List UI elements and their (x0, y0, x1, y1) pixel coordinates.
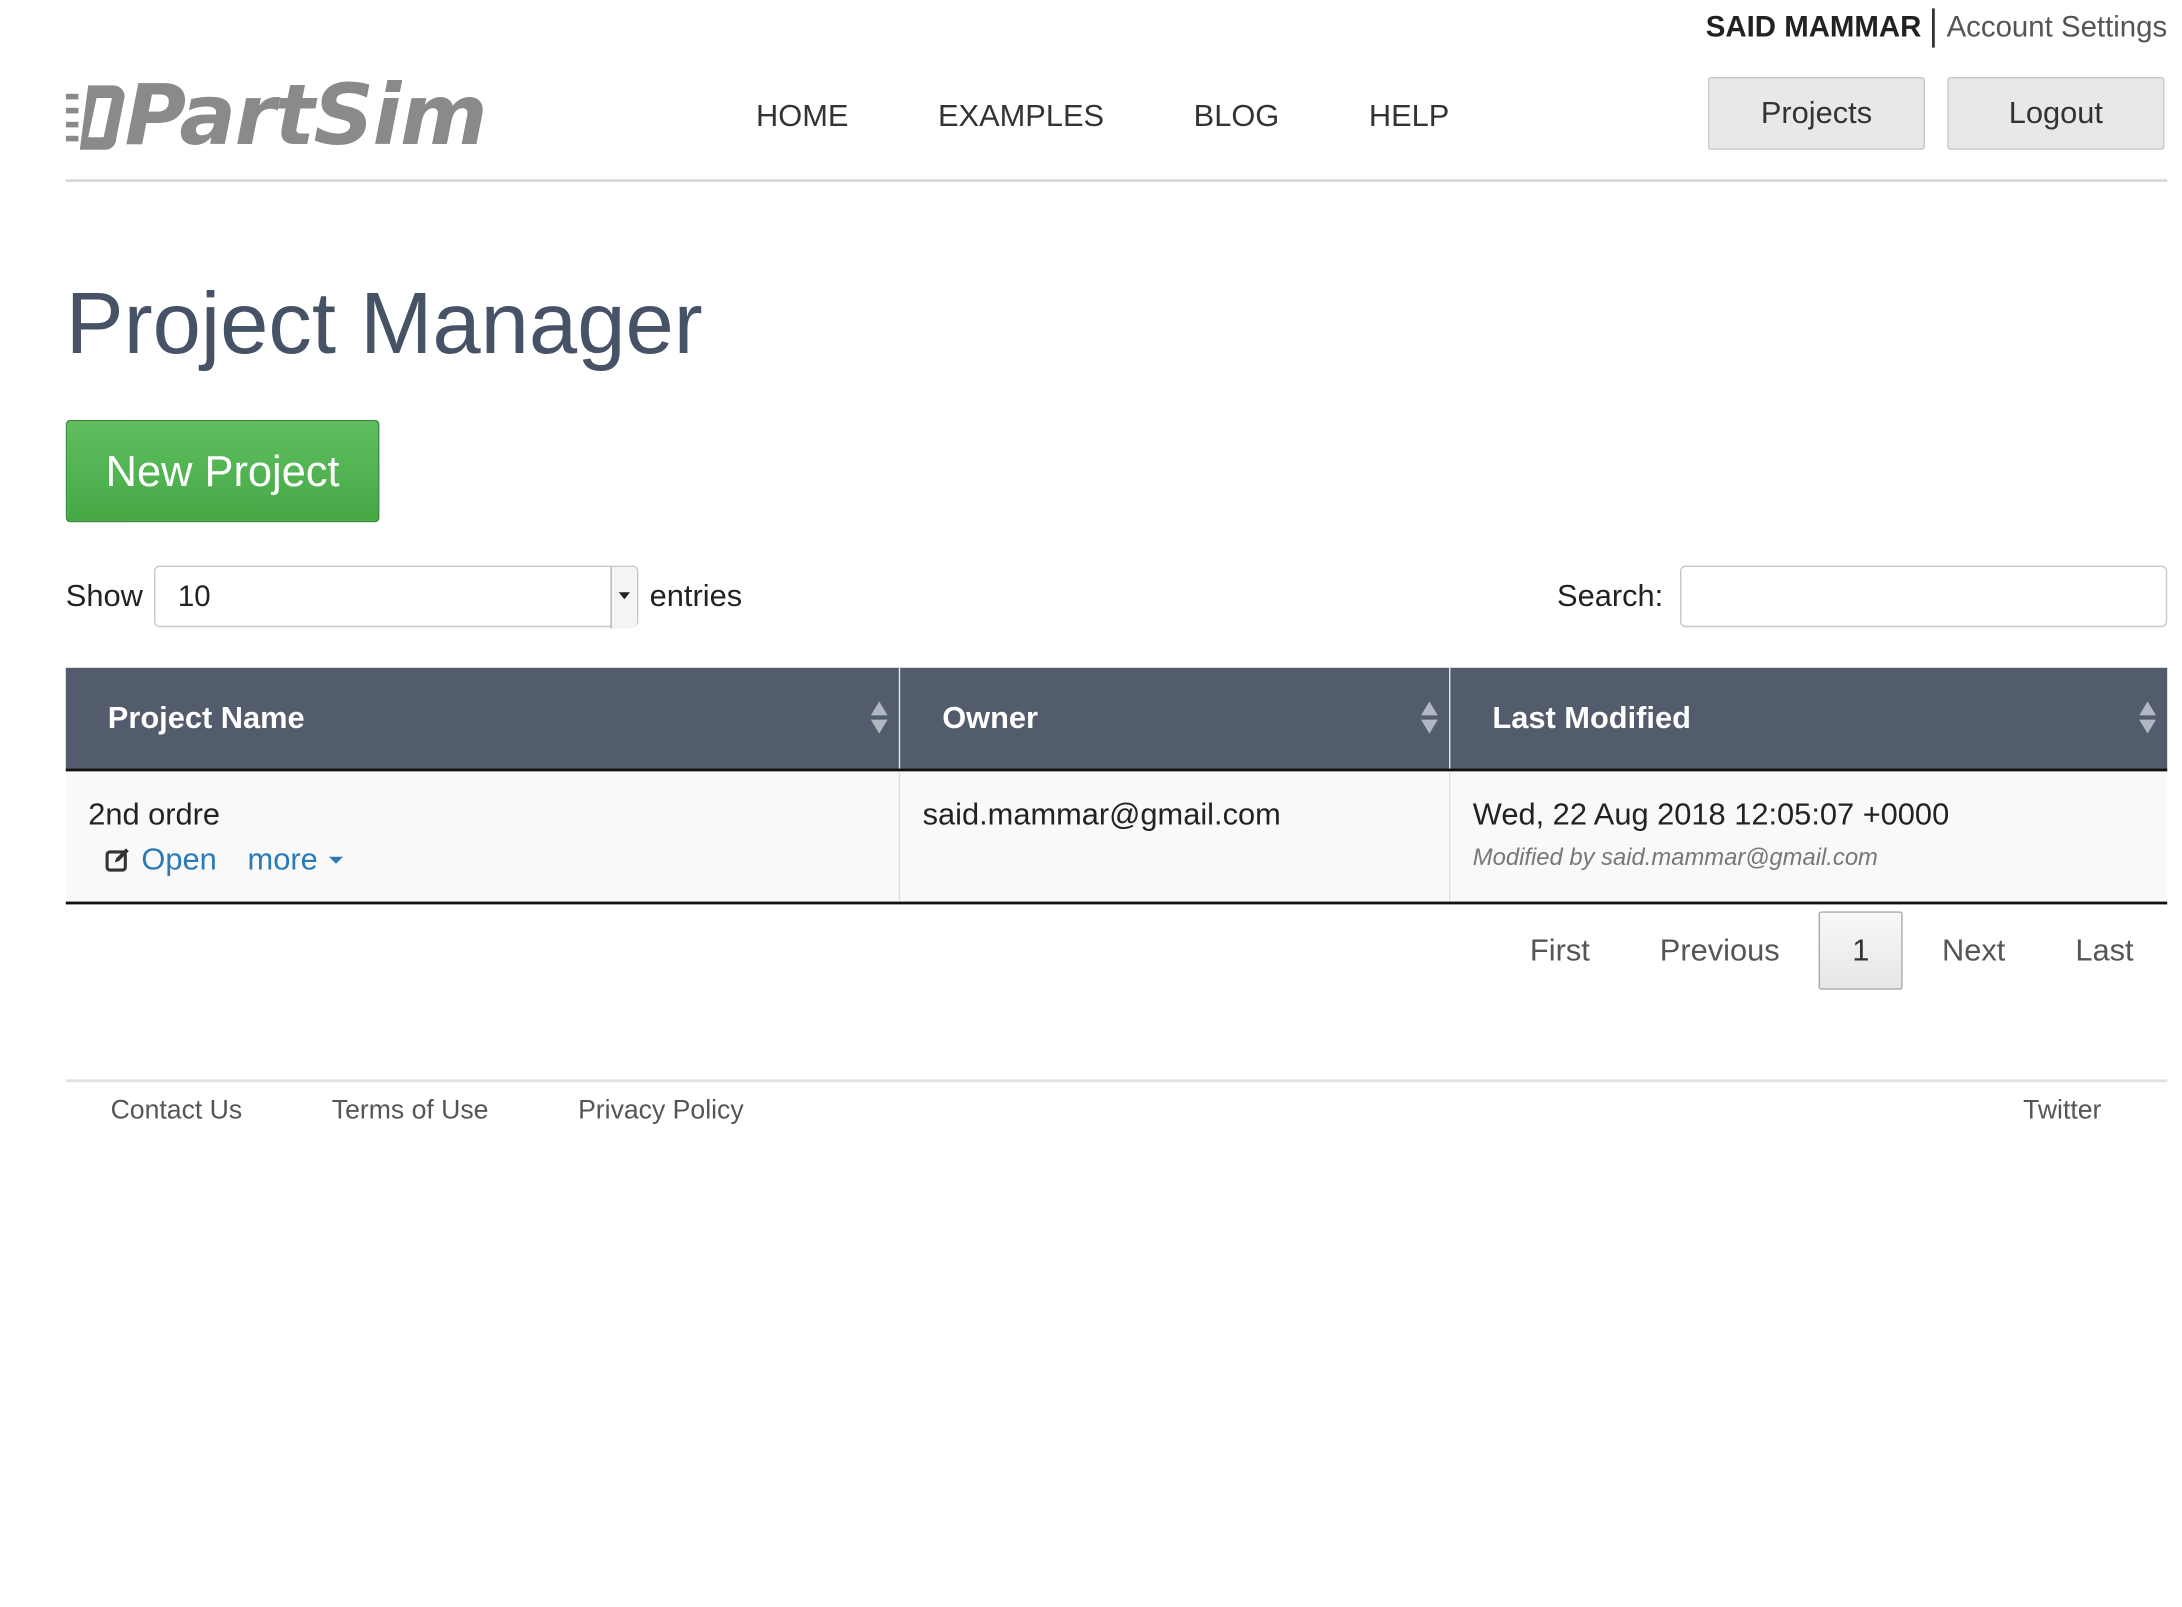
footer-terms-link[interactable]: Terms of Use (332, 1096, 489, 1127)
pagination-last[interactable]: Last (2075, 932, 2133, 968)
owner-email: said.mammar@gmail.com (922, 796, 1281, 832)
pagination-current-page[interactable]: 1 (1818, 911, 1903, 990)
footer-privacy-link[interactable]: Privacy Policy (578, 1096, 744, 1127)
pagination-previous[interactable]: Previous (1660, 932, 1780, 968)
column-header-last-modified[interactable]: Last Modified (1450, 668, 2167, 769)
more-label: more (247, 841, 318, 877)
caret-down-icon (328, 856, 343, 864)
projects-button[interactable]: Projects (1708, 77, 1925, 150)
user-bar: SAID MAMMAR Account Settings (1706, 8, 2168, 48)
page: SAID MAMMAR Account Settings PartSim HOM… (0, 0, 2182, 1607)
main-nav: HOME EXAMPLES BLOG HELP (756, 98, 1539, 134)
pagination-next[interactable]: Next (1942, 932, 2005, 968)
edit-icon[interactable] (105, 847, 130, 872)
nav-examples[interactable]: EXAMPLES (938, 98, 1104, 134)
site-footer: Contact Us Terms of Use Privacy Policy T… (65, 1079, 2168, 1166)
logo-text: PartSim (124, 67, 488, 166)
entries-select[interactable]: 10 (154, 565, 639, 629)
nav-help[interactable]: HELP (1369, 98, 1449, 134)
column-header-label: Last Modified (1492, 700, 1691, 735)
modified-by: Modified by said.mammar@gmail.com (1472, 844, 1878, 871)
search-label: Search: (1557, 578, 1664, 614)
site-header: PartSim HOME EXAMPLES BLOG HELP Projects… (65, 67, 2168, 182)
entries-control: Show 10 entries (65, 565, 743, 629)
table-row: 2nd ordre Open more said.mammar@gmail.co… (65, 771, 2168, 905)
pagination: First Previous 1 Next Last (1530, 911, 2134, 990)
user-name[interactable]: SAID MAMMAR (1706, 8, 1936, 48)
chevron-down-icon[interactable] (610, 567, 638, 629)
nav-home[interactable]: HOME (756, 98, 848, 134)
column-header-label: Owner (942, 700, 1039, 735)
page-title: Project Manager (65, 275, 703, 373)
footer-links: Contact Us Terms of Use Privacy Policy (111, 1096, 834, 1127)
column-header-label: Project Name (107, 700, 305, 735)
new-project-button[interactable]: New Project (65, 420, 380, 523)
search-input[interactable] (1680, 565, 2168, 628)
footer-twitter-link[interactable]: Twitter (2023, 1096, 2101, 1127)
entries-select-value: 10 (177, 581, 211, 614)
sort-icon[interactable] (870, 701, 888, 735)
row-actions: Open more (105, 841, 876, 877)
column-header-owner[interactable]: Owner (900, 667, 1451, 769)
logout-button[interactable]: Logout (1947, 77, 2165, 150)
modified-date: Wed, 22 Aug 2018 12:05:07 +0000 (1472, 796, 1950, 832)
search-control: Search: (1557, 565, 2168, 628)
entries-label: entries (649, 578, 743, 614)
table-header: Project Name Owner Last Modified (65, 667, 2168, 772)
projects-table: Project Name Owner Last Modified 2nd ord… (65, 667, 2168, 905)
nav-blog[interactable]: BLOG (1194, 98, 1280, 134)
sort-icon[interactable] (2139, 701, 2156, 735)
owner-cell: said.mammar@gmail.com (900, 771, 1451, 902)
open-project-link[interactable]: Open (141, 841, 216, 877)
column-header-project-name[interactable]: Project Name (66, 667, 901, 769)
pagination-first[interactable]: First (1530, 932, 1590, 968)
last-modified-cell: Wed, 22 Aug 2018 12:05:07 +0000 Modified… (1450, 771, 2167, 901)
sort-icon[interactable] (1421, 701, 1438, 735)
account-settings-link[interactable]: Account Settings (1935, 8, 2168, 47)
logo-mark-icon (65, 85, 125, 150)
project-name-cell: 2nd ordre Open more (66, 771, 901, 902)
partsim-logo[interactable]: PartSim (65, 67, 488, 166)
show-label: Show (65, 578, 143, 614)
footer-contact-link[interactable]: Contact Us (111, 1096, 243, 1127)
more-dropdown[interactable]: more (248, 841, 343, 877)
project-name: 2nd ordre (88, 796, 221, 832)
